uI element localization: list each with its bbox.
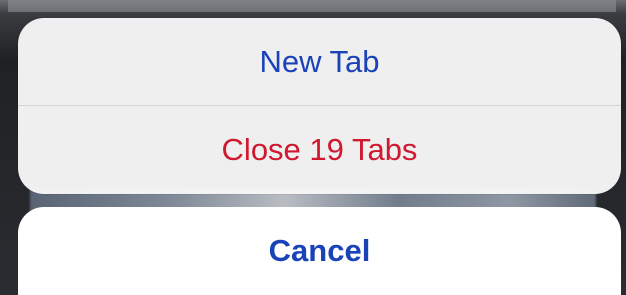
new-tab-button[interactable]: New Tab <box>18 18 621 106</box>
cancel-button[interactable]: Cancel <box>18 207 621 295</box>
close-all-tabs-button[interactable]: Close 19 Tabs <box>18 106 621 194</box>
background-top-edge <box>8 0 616 12</box>
action-sheet-options: New Tab Close 19 Tabs <box>18 18 621 194</box>
new-tab-label: New Tab <box>259 43 380 79</box>
cancel-label: Cancel <box>268 233 371 268</box>
close-all-tabs-label: Close 19 Tabs <box>221 132 418 167</box>
